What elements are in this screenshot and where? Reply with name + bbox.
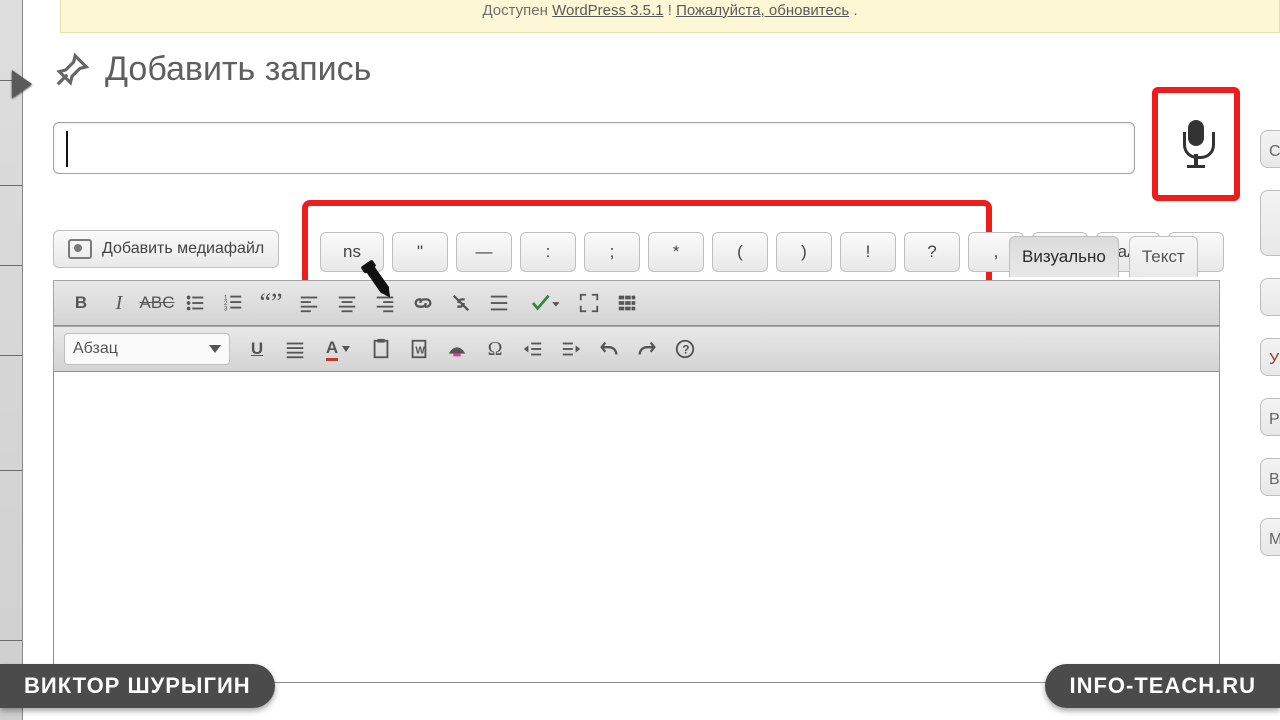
editor-mode-tabs: Визуально Текст	[1009, 236, 1198, 277]
page-heading: Добавить запись	[53, 50, 371, 89]
redo-button[interactable]	[630, 334, 664, 364]
metabox-partial-7[interactable]: М	[1260, 518, 1280, 556]
camera-icon	[68, 239, 92, 259]
align-left-button[interactable]	[292, 288, 326, 318]
punct-colon-button[interactable]: :	[520, 232, 576, 272]
paste-word-button[interactable]: W	[402, 334, 436, 364]
bullet-list-button[interactable]	[178, 288, 212, 318]
numbered-list-button[interactable]: 123	[216, 288, 250, 318]
svg-text:W: W	[415, 346, 425, 357]
svg-text:?: ?	[682, 343, 689, 357]
wordpress-version-link[interactable]: WordPress 3.5.1	[552, 2, 663, 19]
author-badge: ВИКТОР ШУРЫГИН	[0, 664, 275, 708]
italic-button[interactable]: I	[102, 288, 136, 318]
punct-exclaim-button[interactable]: !	[840, 232, 896, 272]
bold-button[interactable]: B	[64, 288, 98, 318]
please-update-link[interactable]: Пожалуйста, обновитесь	[676, 2, 849, 19]
post-title-input[interactable]	[53, 122, 1135, 174]
punct-paren-close-button[interactable]: )	[776, 232, 832, 272]
microphone-icon	[1180, 120, 1212, 168]
add-media-button[interactable]: Добавить медиафайл	[53, 230, 279, 268]
tab-text[interactable]: Текст	[1129, 236, 1198, 277]
pin-icon	[53, 51, 91, 89]
update-suffix: .	[853, 2, 857, 19]
undo-button[interactable]	[592, 334, 626, 364]
punct-quote-button[interactable]: "	[392, 232, 448, 272]
metabox-partial-6[interactable]: В	[1260, 458, 1280, 496]
tab-visual[interactable]: Визуально	[1009, 236, 1119, 277]
help-button[interactable]: ?	[668, 334, 702, 364]
admin-sidebar-collapsed	[0, 0, 23, 720]
format-select-value: Абзац	[73, 340, 118, 358]
metabox-partial-4[interactable]: У	[1260, 338, 1280, 376]
insert-more-button[interactable]	[482, 288, 516, 318]
update-prefix: Доступен	[482, 2, 552, 19]
indent-button[interactable]	[554, 334, 588, 364]
metabox-partial-5[interactable]: Р	[1260, 398, 1280, 436]
post-content-textarea[interactable]	[53, 372, 1220, 683]
underline-button[interactable]: U	[240, 334, 274, 364]
right-metaboxes: С У Р В М	[1260, 130, 1280, 700]
punct-asterisk-button[interactable]: *	[648, 232, 704, 272]
page-title: Добавить запись	[105, 50, 371, 89]
format-select[interactable]: Абзац	[64, 333, 230, 365]
punct-paren-open-button[interactable]: (	[712, 232, 768, 272]
fullscreen-button[interactable]	[572, 288, 606, 318]
kitchen-sink-button[interactable]	[610, 288, 644, 318]
align-justify-button[interactable]	[278, 334, 312, 364]
metabox-partial-2[interactable]	[1260, 190, 1280, 256]
metabox-partial-1[interactable]: С	[1260, 130, 1280, 168]
tinymce-toolbar: B I ABC 123 “”	[53, 280, 1220, 683]
metabox-partial-3[interactable]	[1260, 278, 1280, 316]
active-menu-arrow	[12, 70, 32, 98]
align-center-button[interactable]	[330, 288, 364, 318]
punct-question-button[interactable]: ?	[904, 232, 960, 272]
insert-link-button[interactable]	[406, 288, 440, 318]
microphone-button-highlighted[interactable]	[1152, 87, 1240, 201]
site-badge: INFO-TEACH.RU	[1045, 664, 1280, 708]
paste-text-button[interactable]	[364, 334, 398, 364]
remove-formatting-button[interactable]	[440, 334, 474, 364]
text-color-button[interactable]: A	[316, 334, 360, 364]
punct-semicolon-button[interactable]: ;	[584, 232, 640, 272]
add-media-label: Добавить медиафайл	[102, 240, 264, 258]
special-char-button[interactable]: Ω	[478, 334, 512, 364]
unlink-button[interactable]	[444, 288, 478, 318]
outdent-button[interactable]	[516, 334, 550, 364]
spellcheck-button[interactable]	[520, 288, 568, 318]
chevron-down-icon	[209, 345, 221, 353]
punct-dash-button[interactable]: —	[456, 232, 512, 272]
update-middle: !	[668, 2, 676, 19]
strikethrough-button[interactable]: ABC	[140, 288, 174, 318]
svg-text:3: 3	[224, 305, 228, 312]
blockquote-button[interactable]: “”	[254, 288, 288, 318]
update-nag: Доступен WordPress 3.5.1 ! Пожалуйста, о…	[60, 0, 1280, 33]
